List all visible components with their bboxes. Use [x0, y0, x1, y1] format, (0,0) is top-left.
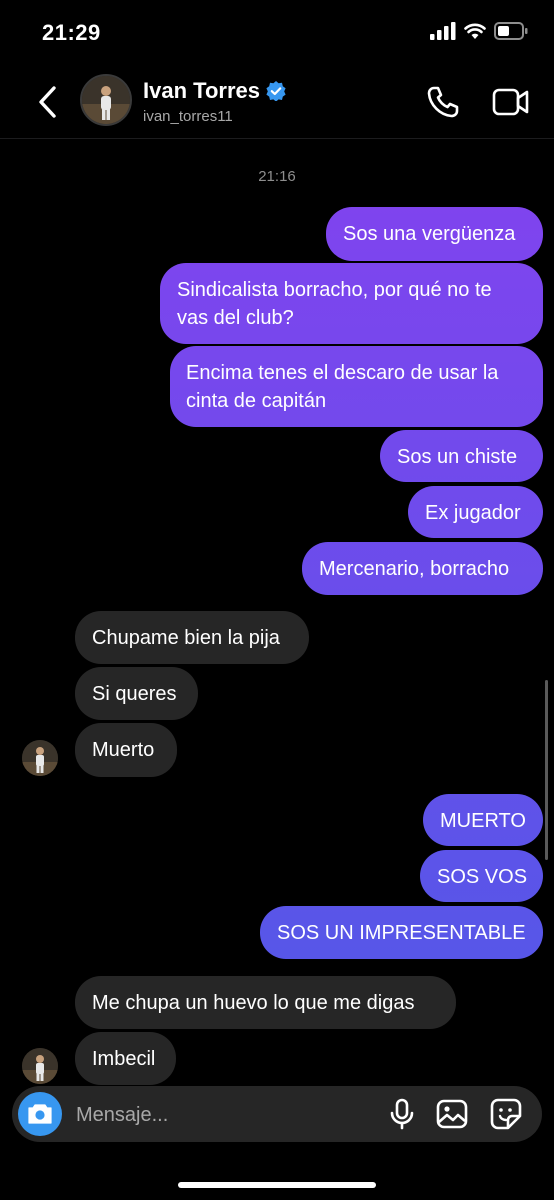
status-bar: 21:29 — [0, 0, 554, 64]
sent-message-bubble[interactable]: Encima tenes el descaro de usar la cinta… — [170, 346, 543, 427]
message-text: Ex jugador — [425, 502, 521, 524]
message-text: MUERTO — [440, 810, 526, 832]
home-indicator[interactable] — [178, 1182, 376, 1188]
scrollbar[interactable] — [545, 680, 548, 860]
contact-name-text: Ivan Torres — [143, 78, 260, 103]
message-text: SOS VOS — [437, 866, 528, 888]
microphone-icon[interactable] — [388, 1098, 416, 1130]
sent-message-bubble[interactable]: Mercenario, borracho — [302, 542, 543, 595]
chat-header: Ivan Torres ivan_torres11 — [0, 64, 554, 139]
status-icons — [430, 22, 528, 40]
message-text: Muerto — [92, 739, 155, 761]
sent-message-bubble[interactable]: Ex jugador — [408, 486, 543, 538]
back-chevron-icon[interactable] — [34, 84, 62, 120]
message-text: Sindicalista borracho, por qué no te vas… — [177, 279, 492, 329]
contact-name[interactable]: Ivan Torres — [143, 78, 286, 104]
sender-avatar[interactable] — [22, 1048, 58, 1084]
sent-message-bubble[interactable]: SOS VOS — [420, 850, 543, 902]
sent-message-bubble[interactable]: MUERTO — [423, 794, 543, 846]
received-message-bubble[interactable]: Si queres — [75, 667, 198, 720]
contact-handle: ivan_torres11 — [143, 108, 233, 125]
profile-photo-icon — [22, 740, 58, 776]
conversation-timestamp: 21:16 — [258, 168, 296, 185]
message-text: Sos un chiste — [397, 446, 518, 468]
sent-message-bubble[interactable]: SOS UN IMPRESENTABLE — [260, 906, 543, 959]
sticker-icon[interactable] — [490, 1098, 522, 1130]
video-call-icon[interactable] — [492, 86, 530, 118]
message-text: SOS UN IMPRESENTABLE — [277, 922, 526, 944]
message-text: Encima tenes el descaro de usar la cinta… — [186, 362, 499, 412]
camera-button[interactable] — [18, 1092, 62, 1136]
message-text: Si queres — [92, 683, 177, 705]
received-message-bubble[interactable]: Chupame bien la pija — [75, 611, 309, 664]
sent-message-bubble[interactable]: Sindicalista borracho, por qué no te vas… — [160, 263, 543, 344]
message-text: Mercenario, borracho — [319, 558, 510, 580]
message-text: Imbecil — [92, 1048, 156, 1070]
profile-photo-icon — [22, 1048, 58, 1084]
camera-icon — [28, 1104, 52, 1124]
contact-avatar[interactable] — [80, 74, 132, 126]
sent-message-bubble[interactable]: Sos un chiste — [380, 430, 543, 482]
received-message-bubble[interactable]: Muerto — [75, 723, 177, 777]
message-composer — [12, 1086, 542, 1144]
verified-badge-icon — [266, 81, 286, 101]
sender-avatar[interactable] — [22, 740, 58, 776]
wifi-icon — [464, 23, 486, 39]
status-time: 21:29 — [42, 20, 101, 45]
sent-message-bubble[interactable]: Sos una vergüenza — [326, 207, 543, 261]
phone-call-icon[interactable] — [425, 84, 461, 120]
gallery-icon[interactable] — [436, 1099, 468, 1129]
battery-icon — [494, 22, 528, 40]
message-text: Me chupa un huevo lo que me digas — [92, 992, 415, 1014]
received-message-bubble[interactable]: Imbecil — [75, 1032, 176, 1085]
message-text: Chupame bien la pija — [92, 627, 280, 649]
message-text: Sos una vergüenza — [343, 223, 516, 245]
profile-photo-icon — [82, 76, 130, 124]
received-message-bubble[interactable]: Me chupa un huevo lo que me digas — [75, 976, 456, 1029]
signal-icon — [430, 22, 456, 40]
message-input[interactable] — [74, 1086, 358, 1144]
